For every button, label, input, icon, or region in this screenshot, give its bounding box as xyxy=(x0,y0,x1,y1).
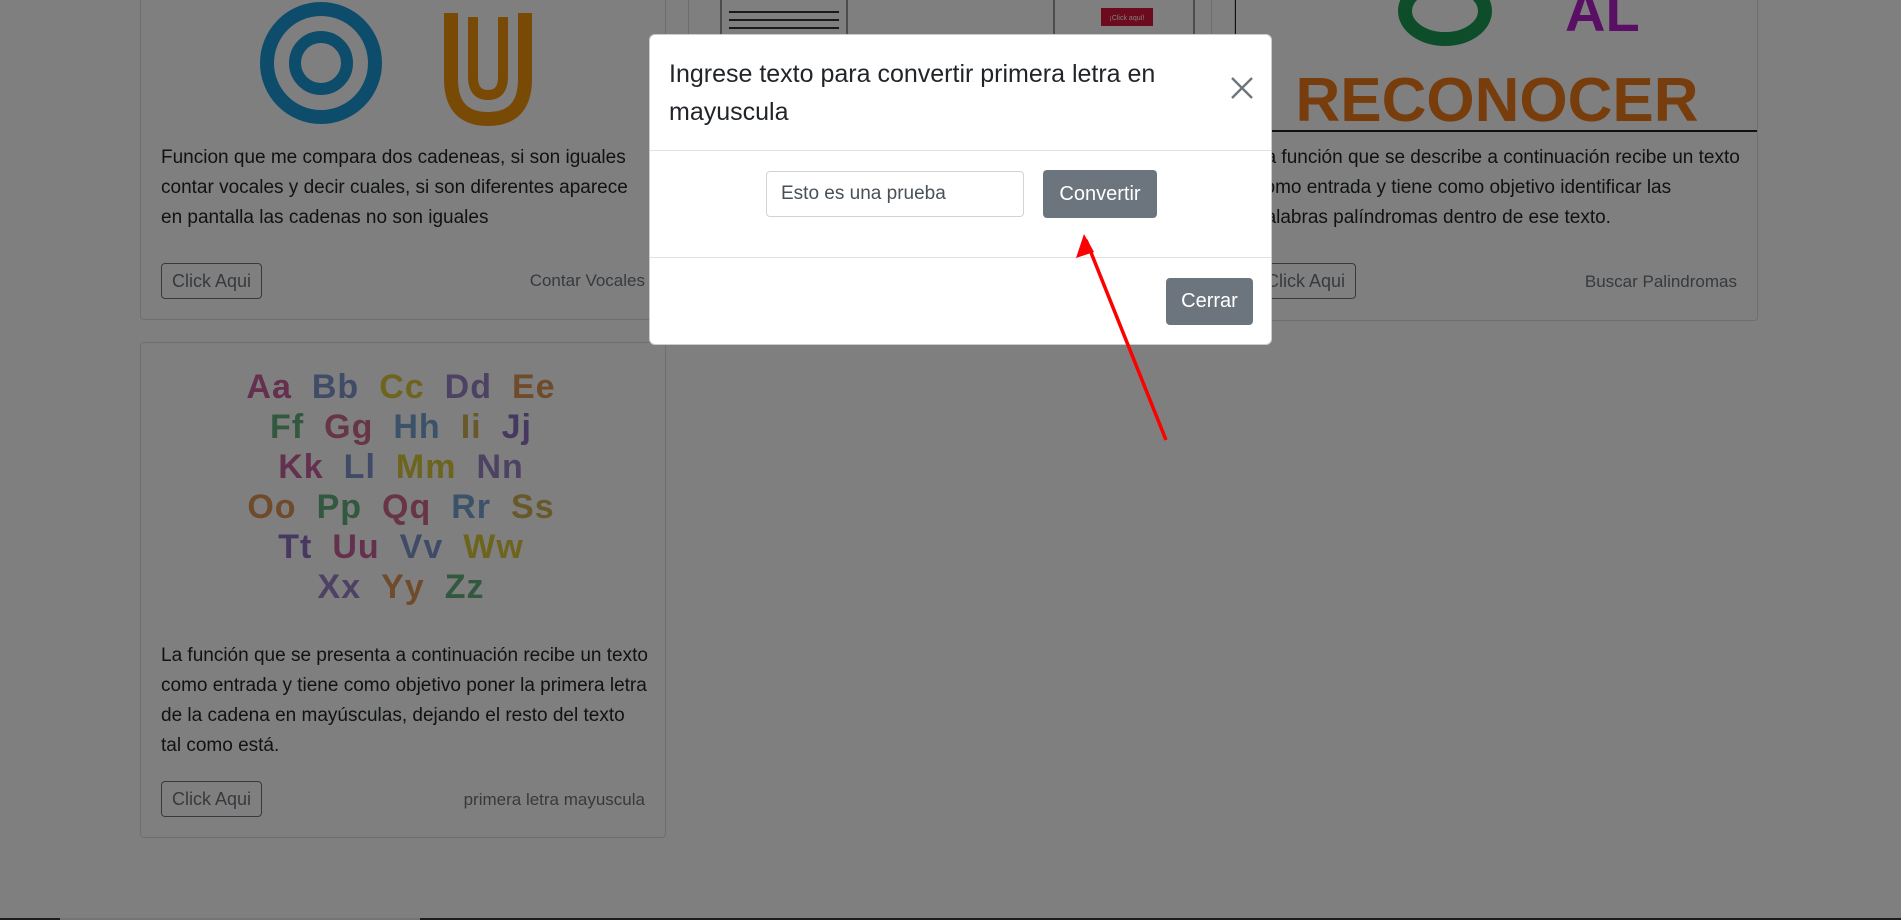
convertir-button[interactable]: Convertir xyxy=(1043,170,1157,218)
red-arrow-annotation xyxy=(1076,234,1168,441)
modal-header-divider xyxy=(650,150,1271,151)
text-input[interactable] xyxy=(766,171,1024,217)
modal-title: Ingrese texto para convertir primera let… xyxy=(669,60,1156,126)
close-icon[interactable] xyxy=(1229,75,1255,101)
